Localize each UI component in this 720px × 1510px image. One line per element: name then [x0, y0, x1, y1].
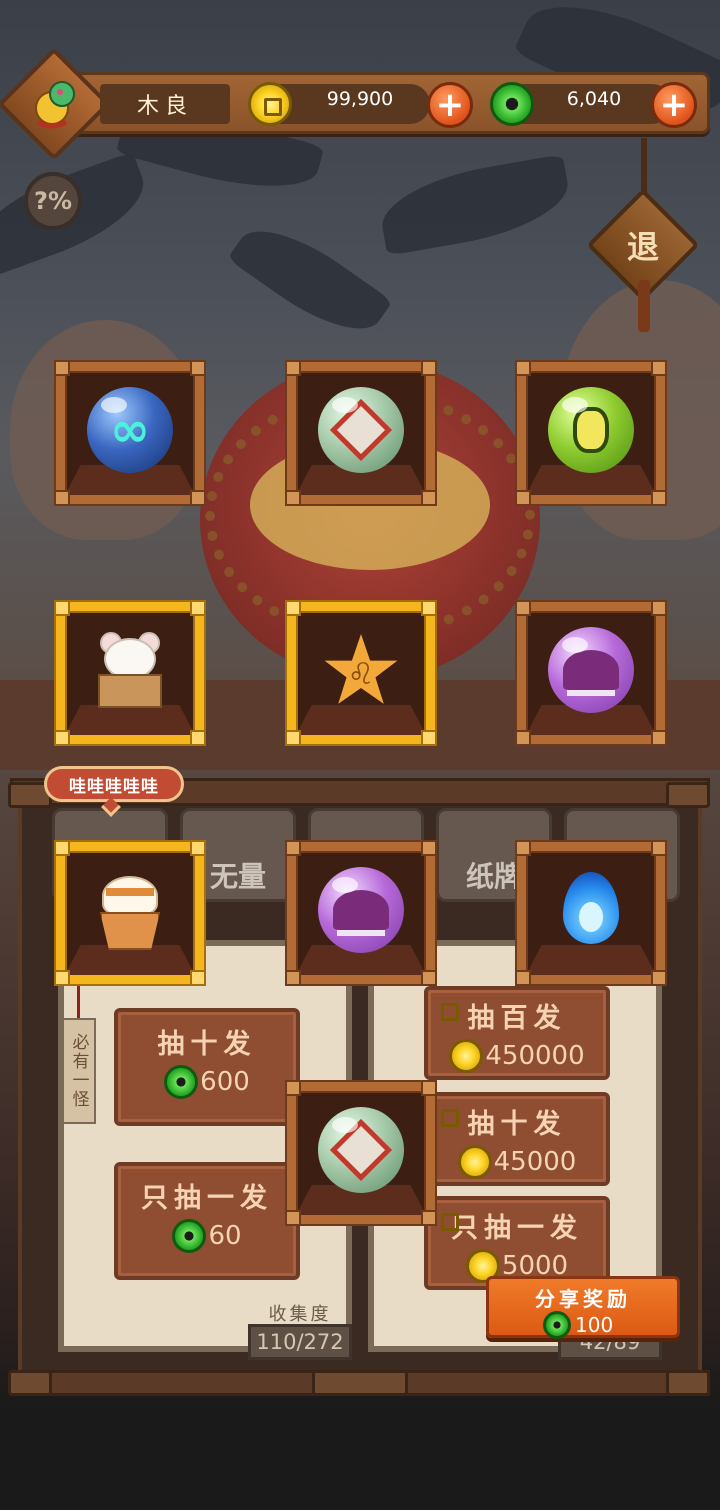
muffin-icon — [96, 876, 164, 952]
gold-draw-hundred-button[interactable]: 抽百发 450000 — [424, 986, 610, 1080]
reward-slot-5[interactable]: ♌ — [285, 600, 437, 746]
jade-coin-icon — [543, 1311, 571, 1339]
reward-slot-3[interactable] — [515, 360, 667, 506]
collection-label: 收集度 — [268, 1304, 332, 1325]
purple-orb-icon — [548, 627, 634, 713]
player-name: 木良 — [100, 84, 230, 124]
infinity-orb-icon: ∞ — [87, 387, 173, 473]
mouse-in-box-icon — [90, 632, 170, 712]
help-odds-button[interactable]: ?% — [24, 172, 82, 230]
tile-orb-icon — [318, 1107, 404, 1193]
draw-price: 600 — [200, 1067, 250, 1097]
draw-price: 450000 — [485, 1041, 585, 1071]
gold-coin-icon — [457, 1145, 492, 1179]
gold-amount: 99,900 — [326, 88, 394, 110]
add-jade-button[interactable]: + — [651, 82, 697, 128]
jade-draw-one-button[interactable]: 只抽一发 60 — [114, 1162, 300, 1280]
gold-coin-icon — [248, 82, 292, 126]
reward-slot-8[interactable] — [285, 840, 437, 986]
exit-sign-tassel — [638, 280, 650, 332]
draw-price: 45000 — [493, 1147, 577, 1177]
reward-slot-6[interactable] — [515, 600, 667, 746]
reward-slot-4[interactable] — [54, 600, 206, 746]
reward-slot-7[interactable] — [54, 840, 206, 986]
share-reward-button[interactable]: 分享奖励 100 — [486, 1276, 680, 1339]
leo-symbol-icon: ♌ — [347, 656, 375, 692]
jade-collection-progress: 110/272 — [248, 1324, 352, 1360]
reward-slot-2[interactable] — [285, 360, 437, 506]
background-leaf — [375, 154, 575, 256]
draw-label: 只抽一发 — [141, 1183, 273, 1214]
reward-slot-9[interactable] — [515, 840, 667, 986]
bug-orb-icon — [548, 387, 634, 473]
reward-slot-10[interactable] — [285, 1080, 437, 1226]
exit-button[interactable]: 退 — [603, 205, 683, 285]
tag-string — [77, 984, 80, 1020]
add-gold-button[interactable]: + — [427, 82, 473, 128]
gold-coin-icon — [449, 1039, 484, 1073]
gacha-screen: 木良 99,900 + 6,040 + ?% 退 无量 纸牌 哇哇哇哇哇 必有一… — [0, 0, 720, 1510]
gold-draw-ten-button[interactable]: 抽十发 45000 — [424, 1092, 610, 1186]
avatar-character-icon — [35, 81, 75, 129]
rail-bolt — [8, 1370, 52, 1396]
reward-slot-1[interactable]: ∞ — [54, 360, 206, 506]
share-label: 分享奖励 — [535, 1287, 631, 1311]
tile-orb-icon — [318, 387, 404, 473]
jade-coin-icon — [164, 1065, 199, 1099]
share-amount: 100 — [575, 1313, 614, 1337]
purple-orb-icon — [318, 867, 404, 953]
jade-coin-icon — [490, 82, 534, 126]
background-leaf — [227, 209, 393, 351]
jade-coin-icon — [172, 1219, 207, 1253]
rail-bolt — [666, 782, 710, 808]
rail-bolt — [312, 1370, 408, 1396]
draw-price: 60 — [208, 1221, 242, 1251]
blue-flame-icon — [563, 872, 619, 948]
draw-label: 抽十发 — [157, 1029, 257, 1060]
jade-amount: 6,040 — [566, 88, 622, 110]
rail-bolt — [666, 1370, 710, 1396]
guarantee-tag: 必有一怪 — [62, 1018, 96, 1124]
jade-draw-ten-button[interactable]: 抽十发 600 — [114, 1008, 300, 1126]
speech-bubble: 哇哇哇哇哇 — [44, 766, 184, 802]
